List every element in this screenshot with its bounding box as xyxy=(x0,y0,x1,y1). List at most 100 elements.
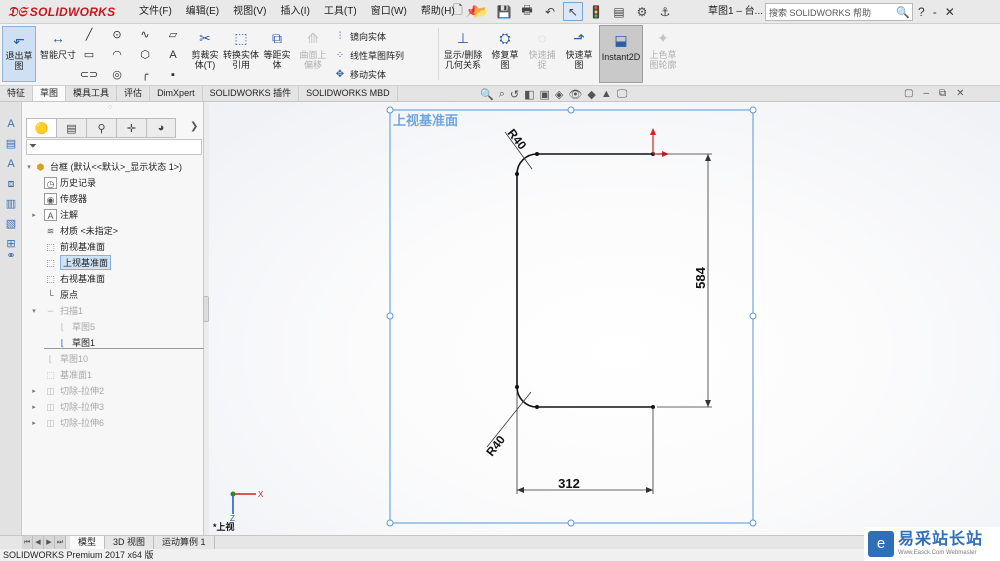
fillet-icon[interactable]: ╭ xyxy=(134,68,156,82)
file-properties-icon[interactable]: ▤ xyxy=(609,2,629,21)
scene-icon[interactable]: ▲ xyxy=(601,88,612,101)
top-plane-boundary[interactable] xyxy=(389,109,754,524)
balloon-tool-icon[interactable]: A xyxy=(3,156,19,172)
arc-icon[interactable]: ◠ xyxy=(106,48,128,62)
view-orientation-icon[interactable]: ▣ xyxy=(540,88,550,101)
convert-entities-button[interactable]: ⬚ 转换实体引用 xyxy=(222,28,260,70)
search-input[interactable]: 搜索 SOLIDWORKS 帮助 xyxy=(769,6,896,19)
repair-sketch-button[interactable]: ⛭ 修复草图 xyxy=(488,28,522,70)
tree-item-front-plane[interactable]: ⬚ 前视基准面 xyxy=(34,239,105,254)
sketch-point[interactable] xyxy=(515,172,519,176)
tab-dimxpert[interactable]: DimXpert xyxy=(150,86,203,101)
new-document-icon[interactable]: 🗋 xyxy=(448,2,468,21)
chevron-right-icon[interactable]: ▸ xyxy=(24,403,44,411)
menu-tools[interactable]: 工具(T) xyxy=(317,0,364,24)
rollback-bar[interactable] xyxy=(44,348,204,349)
plane-handle[interactable] xyxy=(567,519,575,527)
plane-handle[interactable] xyxy=(749,106,757,114)
surface-icon[interactable]: ▱ xyxy=(162,28,184,42)
graphics-area[interactable]: 584 312 R40 R40 X Z *上视 上视基准面 xyxy=(209,102,1000,535)
first-tab-icon[interactable]: ⏮ xyxy=(22,536,33,549)
zoom-to-fit-icon[interactable]: 🔍 xyxy=(480,88,494,101)
tab-mold-tools[interactable]: 模具工具 xyxy=(66,86,118,101)
tab-sketch[interactable]: 草图 xyxy=(33,86,67,101)
tree-item-cut-extrude2[interactable]: ▸ ◫ 切除-拉伸2 xyxy=(24,383,104,398)
instant2d-button[interactable]: ⬓ Instant2D xyxy=(599,25,643,83)
next-tab-icon[interactable]: ▶ xyxy=(44,536,55,549)
tree-item-plane1[interactable]: ⬚ 基准面1 xyxy=(34,367,92,382)
trim-entities-button[interactable]: ✂ 剪裁实体(T) xyxy=(188,28,222,70)
viewport-restore-icon[interactable]: ▢ xyxy=(904,88,913,99)
line-icon[interactable]: ╱ xyxy=(78,28,100,42)
help-search-box[interactable]: 搜索 SOLIDWORKS 帮助 🔍 xyxy=(765,3,913,21)
polygon-icon[interactable]: ⬡ xyxy=(134,48,156,62)
close-button[interactable]: ✕ xyxy=(945,0,955,24)
tree-item-cut-extrude3[interactable]: ▸ ◫ 切除-拉伸3 xyxy=(24,399,104,414)
exit-sketch-button[interactable]: ⬐ 退出草图 xyxy=(2,26,36,82)
plane-handle[interactable] xyxy=(386,519,394,527)
display-manager-tab-icon[interactable]: ◕ xyxy=(146,118,176,138)
offset-entities-button[interactable]: ⧉ 等距实体 xyxy=(260,28,294,70)
tab-addins[interactable]: SOLIDWORKS 插件 xyxy=(203,86,300,101)
tab-model[interactable]: 模型 xyxy=(70,536,106,549)
datum-icon[interactable]: ▥ xyxy=(3,196,19,212)
chevron-right-icon[interactable]: ❯ xyxy=(190,121,198,132)
display-delete-relations-button[interactable]: ⊥ 显示/删除几何关系 xyxy=(440,28,486,70)
plane-handle[interactable] xyxy=(749,519,757,527)
dimension-width-label[interactable]: 312 xyxy=(558,476,580,491)
mirror-entities-button[interactable]: ⫶ 镜向实体 xyxy=(334,30,386,43)
print-icon[interactable]: 🖶 xyxy=(517,2,537,21)
linear-pattern-button[interactable]: ⁘ 线性草图阵列 xyxy=(334,49,404,62)
surface-finish-icon[interactable]: ⧈ xyxy=(3,176,19,192)
smart-dimension-button[interactable]: ↔ 智能尺寸 xyxy=(40,28,76,60)
move-entities-button[interactable]: ✥ 移动实体 xyxy=(334,68,386,81)
tree-item-sensors[interactable]: ◉ 传感器 xyxy=(34,191,87,206)
last-tab-icon[interactable]: ⏭ xyxy=(55,536,66,549)
view-settings-icon[interactable]: 🖵 xyxy=(617,88,628,101)
tree-item-cut-extrude6[interactable]: ▸ ◫ 切除-拉伸6 xyxy=(24,415,104,430)
menu-view[interactable]: 视图(V) xyxy=(226,0,273,24)
feature-tree-tab-icon[interactable]: 🟡 xyxy=(26,118,56,138)
zoom-to-area-icon[interactable]: ⌕ xyxy=(499,88,505,101)
options-gear-icon[interactable]: ⚙ xyxy=(632,2,652,21)
plane-handle[interactable] xyxy=(567,106,575,114)
circle-icon[interactable]: ⊙ xyxy=(106,28,128,42)
help-button[interactable]: ? xyxy=(918,0,925,24)
rectangle-icon[interactable]: ▭ xyxy=(78,48,100,62)
tree-item-origin[interactable]: └ 原点 xyxy=(34,287,78,302)
prev-tab-icon[interactable]: ◀ xyxy=(33,536,44,549)
viewport-close-icon[interactable]: ✕ xyxy=(956,88,964,99)
panel-grip-icon[interactable]: ◌ xyxy=(108,104,112,111)
viewport-minimize-icon[interactable]: – xyxy=(923,88,929,99)
anchor-icon[interactable]: ⚓ xyxy=(655,2,675,21)
property-manager-tab-icon[interactable]: ▤ xyxy=(56,118,86,138)
menu-file[interactable]: 文件(F) xyxy=(132,0,179,24)
chevron-down-icon[interactable]: ▾ xyxy=(24,163,34,171)
chevron-right-icon[interactable]: ▸ xyxy=(24,387,44,395)
configuration-manager-tab-icon[interactable]: ⚲ xyxy=(86,118,116,138)
spline-icon[interactable]: ∿ xyxy=(134,28,156,42)
sketch-point[interactable] xyxy=(535,405,539,409)
solidworks-logo[interactable]: 𝔇𝔖 SOLIDWORKS xyxy=(0,4,120,20)
radius-top-label[interactable]: R40 xyxy=(505,126,530,152)
plane-handle[interactable] xyxy=(749,312,757,320)
tree-filter-input[interactable]: ⏷ xyxy=(26,139,202,155)
note-tool-icon[interactable]: ▤ xyxy=(3,136,19,152)
select-pointer-icon[interactable]: ↖ xyxy=(563,2,583,21)
tree-item-right-plane[interactable]: ⬚ 右视基准面 xyxy=(34,271,105,286)
hide-show-icon[interactable]: 👁 xyxy=(568,88,582,101)
offset-on-surface-button[interactable]: ⟰ 曲面上偏移 xyxy=(296,28,330,70)
tab-mbd[interactable]: SOLIDWORKS MBD xyxy=(299,86,398,101)
tab-3d-views[interactable]: 3D 视图 xyxy=(105,536,155,549)
display-style-icon[interactable]: ◈ xyxy=(555,88,563,101)
viewport-tile-icon[interactable]: ⧉ xyxy=(939,88,946,99)
menu-edit[interactable]: 编辑(E) xyxy=(179,0,226,24)
previous-view-icon[interactable]: ↺ xyxy=(510,88,519,101)
edit-appearance-icon[interactable]: ◆ xyxy=(587,88,595,101)
rapid-sketch-button[interactable]: ⬏ 快速草图 xyxy=(562,28,596,70)
tree-item-sketch5[interactable]: ⌊ 草图5 xyxy=(46,319,95,334)
point-icon[interactable]: ▪ xyxy=(162,68,184,82)
tree-item-material[interactable]: ≋ 材质 <未指定> xyxy=(34,223,118,238)
tab-motion-study[interactable]: 运动算例 1 xyxy=(154,536,215,549)
tree-item-sweep1[interactable]: ▾ ∽ 扫描1 xyxy=(24,303,83,318)
